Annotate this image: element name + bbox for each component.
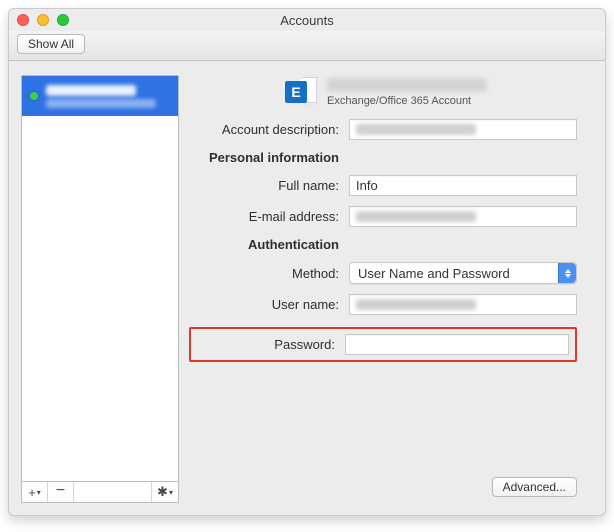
account-description-input[interactable] [349,119,577,140]
minimize-icon[interactable] [37,14,49,26]
account-form: Account description: Personal informatio… [189,119,593,362]
email-input[interactable] [349,206,577,227]
main-panel: E Exchange/Office 365 Account Account de… [189,75,593,503]
account-title-redacted [327,78,487,92]
account-item-text [46,85,170,108]
authentication-heading: Authentication [189,237,339,252]
password-input[interactable] [345,334,569,355]
gear-icon: ✱ [157,484,168,500]
main-footer: Advanced... [189,477,593,503]
account-type-label: Exchange/Office 365 Account [327,95,487,107]
account-list [21,75,179,481]
full-name-input[interactable] [349,175,577,196]
account-item-selected[interactable] [22,76,178,116]
sidebar-footer-spacer [74,482,152,502]
plus-icon: + [28,485,36,500]
sidebar: + ▾ − ✱ ▾ [21,75,179,503]
password-label: Password: [191,337,335,352]
add-account-button[interactable]: + ▾ [22,482,48,502]
account-email-redacted [46,99,156,108]
method-select[interactable]: User Name and Password [349,262,577,284]
password-highlight: Password: [189,327,577,362]
exchange-icon: E [285,77,317,107]
account-actions-button[interactable]: ✱ ▾ [152,482,178,502]
remove-account-button[interactable]: − [48,482,74,502]
caret-down-icon: ▾ [37,488,41,497]
method-label: Method: [189,266,339,281]
account-header: E Exchange/Office 365 Account [189,75,593,119]
window-controls [17,14,69,26]
toolbar: Show All [9,31,605,61]
content-area: + ▾ − ✱ ▾ E [9,61,605,515]
account-name-redacted [46,85,136,96]
zoom-icon[interactable] [57,14,69,26]
method-value: User Name and Password [358,266,510,281]
advanced-button[interactable]: Advanced... [492,477,577,497]
username-input[interactable] [349,294,577,315]
accounts-window: Accounts Show All + ▾ [8,8,606,516]
caret-down-icon: ▾ [169,488,173,497]
window-title: Accounts [9,13,605,28]
account-description-label: Account description: [189,122,339,137]
personal-info-heading: Personal information [189,150,339,165]
email-label: E-mail address: [189,209,339,224]
full-name-label: Full name: [189,178,339,193]
show-all-button[interactable]: Show All [17,34,85,54]
select-arrows-icon [558,263,576,283]
minus-icon: − [56,482,65,500]
close-icon[interactable] [17,14,29,26]
status-online-icon [30,92,38,100]
titlebar: Accounts [9,9,605,31]
sidebar-footer: + ▾ − ✱ ▾ [21,481,179,503]
username-label: User name: [189,297,339,312]
